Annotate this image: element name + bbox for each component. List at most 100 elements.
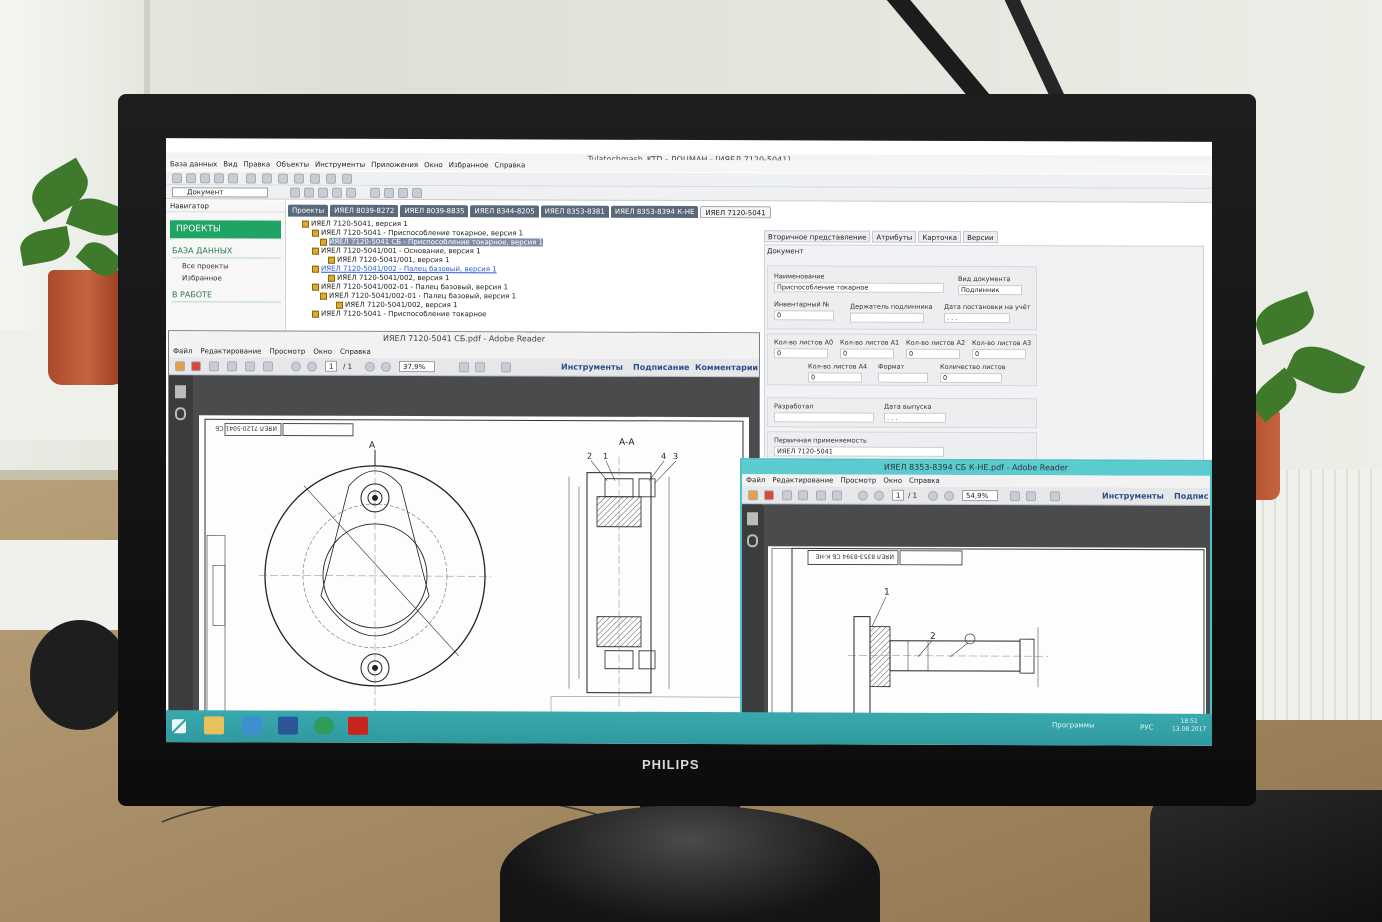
zoom-select[interactable]: 54,9% [962,489,998,502]
word-icon[interactable] [278,716,298,735]
tray-language[interactable]: РУС [1140,724,1153,732]
reader1-menu-view[interactable]: Просмотр [269,346,305,358]
nav-projects-button[interactable]: ПРОЕКТЫ [170,220,281,239]
field-a3[interactable]: 0 [972,348,1026,360]
field-a4[interactable]: 0 [808,372,862,383]
fit-width-icon[interactable] [1026,491,1036,502]
page-number-input[interactable]: 1 [325,360,338,372]
toolbar-button[interactable] [200,173,210,184]
toolbar-button[interactable] [342,173,352,184]
toolbar-button[interactable] [278,173,288,184]
zoom-out-icon[interactable] [365,361,375,372]
reader1-comments-button[interactable]: Комментарии [695,363,758,372]
attachment-icon[interactable] [175,407,186,421]
reader2-menu-view[interactable]: Просмотр [840,475,876,487]
toolbar-button[interactable] [398,187,408,199]
toolbar-button[interactable] [310,173,320,184]
tree-item[interactable]: ИЯЕЛ 7120-5041/002, версия 1 [328,274,450,283]
toolbar-button[interactable] [294,173,304,184]
toolbar-button[interactable] [318,187,328,198]
menu-tools[interactable]: Инструменты [315,159,365,171]
field-holder[interactable] [850,312,924,323]
nav-database-header[interactable]: БАЗА ДАННЫХ [172,246,281,259]
menu-help[interactable]: Справка [494,159,525,171]
field-name[interactable]: Приспособление токарное [774,282,944,293]
full-screen-icon[interactable] [1050,491,1060,502]
field-a0[interactable]: 0 [774,348,828,359]
tab-doc[interactable]: ИЯЕЛ 8344-8205 [470,205,539,218]
toolbar-button[interactable] [304,187,314,198]
save-icon[interactable] [798,490,808,501]
full-screen-icon[interactable] [501,362,511,373]
field-doc-type[interactable]: Подлинник [958,284,1022,296]
lotsman-icon[interactable] [314,716,334,735]
pages-icon[interactable] [747,512,758,526]
zoom-in-icon[interactable] [944,490,954,501]
toolbar-button[interactable] [326,173,336,184]
tab-doc[interactable]: ИЯЕЛ 8353-8394 К-НЕ [610,205,699,219]
telegram-icon[interactable] [242,716,262,735]
create-pdf-icon[interactable] [175,361,185,372]
tree-item[interactable]: ИЯЕЛ 7120-5041, версия 1 [302,220,408,229]
toolbar-button[interactable] [290,187,300,198]
field-sheets[interactable]: 0 [940,372,1002,384]
fit-page-icon[interactable] [1010,491,1020,502]
file-explorer-icon[interactable] [204,716,224,735]
menu-database[interactable]: База данных [170,158,217,170]
tab-secondary-view[interactable]: Вторичное представление [764,230,871,243]
field-a1[interactable]: 0 [840,348,894,359]
menu-objects[interactable]: Объекты [276,159,309,171]
email-icon[interactable] [832,490,842,501]
field-developer[interactable] [774,412,874,423]
toolbar-button[interactable] [370,187,380,198]
nav-all-projects[interactable]: Все проекты [182,262,285,270]
reader1-menu-window[interactable]: Окно [313,346,332,358]
toolbar-button[interactable] [214,173,224,184]
field-date[interactable]: . . . [944,312,1010,324]
zoom-select[interactable]: 37,9% [399,360,435,373]
reader1-tools-button[interactable]: Инструменты [561,363,623,372]
toolbar-button[interactable] [412,188,422,199]
print-icon[interactable] [245,361,255,372]
toolbar-button[interactable] [384,187,394,198]
field-release[interactable]: . . . [884,412,946,423]
tree-item[interactable]: ИЯЕЛ 7120-5041/001, версия 1 [328,256,450,265]
tree-item[interactable]: ИЯЕЛ 7120-5041 - Приспособление токарное [312,310,486,320]
tab-versions[interactable]: Версии [963,230,998,244]
next-page-icon[interactable] [874,490,884,501]
menu-window[interactable]: Окно [424,159,443,171]
page-number-input[interactable]: 1 [892,489,905,501]
reader2-document-view[interactable]: ИЯЕЛ 8353-8394 СБ К-НЕ 1 2 [764,504,1210,718]
reader2-menu-edit[interactable]: Редактирование [772,474,833,486]
field-inventory[interactable]: 0 [774,310,834,321]
reader2-menu-window[interactable]: Окно [883,475,902,487]
tab-projects[interactable]: Проекты [288,204,329,217]
zoom-in-icon[interactable] [381,361,391,372]
toolbar-button[interactable] [228,173,238,184]
toolbar-button[interactable] [332,187,342,198]
tab-doc[interactable]: ИЯЕЛ 8039-8272 [330,204,399,217]
start-icon[interactable] [172,719,186,734]
menu-edit[interactable]: Правка [243,158,270,170]
zoom-out-icon[interactable] [928,490,938,501]
tray-clock[interactable]: 18:51 13.08.2017 [1172,718,1206,734]
open-icon[interactable] [191,361,201,372]
reader1-menu-file[interactable]: Файл [173,345,192,357]
reader1-sign-button[interactable]: Подписание [633,363,689,372]
menu-applications[interactable]: Приложения [371,159,418,171]
pages-icon[interactable] [175,385,186,399]
tab-doc[interactable]: ИЯЕЛ 8353-8381 [540,205,609,218]
tab-attributes[interactable]: Атрибуты [872,230,917,243]
nav-favorites[interactable]: Избранное [182,274,285,282]
toolbar-button[interactable] [346,187,356,198]
edit-icon[interactable] [209,361,219,372]
reader1-document-view[interactable]: ИЯЕЛ 7120-5041 СБ А А-А 2 1 4 3 [193,375,759,738]
fit-width-icon[interactable] [475,362,485,373]
toolbar-button[interactable] [186,173,196,184]
tab-doc[interactable]: ИЯЕЛ 8039-8835 [400,204,469,218]
menu-view[interactable]: Вид [223,158,237,170]
attachment-icon[interactable] [747,534,758,548]
next-page-icon[interactable] [307,361,317,372]
toolbar-button[interactable] [262,173,272,184]
tree-item[interactable]: ИЯЕЛ 7120-5041/002, версия 1 [336,301,458,310]
